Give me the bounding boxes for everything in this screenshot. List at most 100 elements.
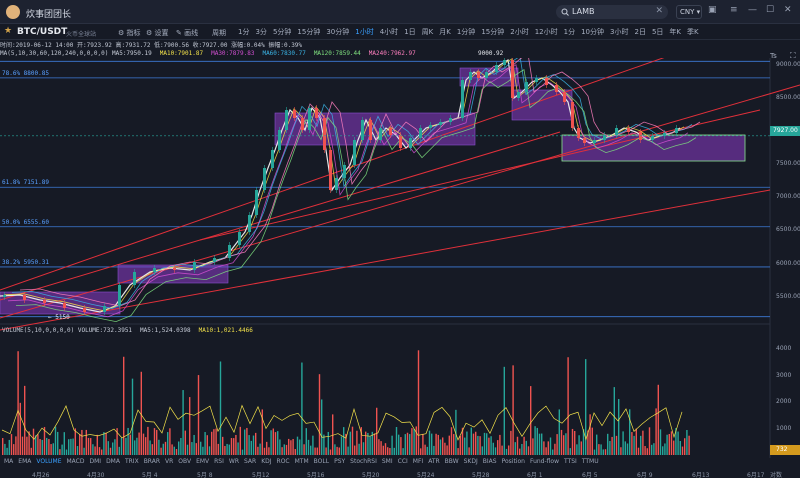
indicator-tab[interactable]: ROC xyxy=(277,458,290,469)
volume-bar xyxy=(503,366,505,455)
indicator-tab[interactable]: BBW xyxy=(445,458,459,469)
volume-bar xyxy=(666,434,668,455)
indicator-tab[interactable]: StochRSI xyxy=(350,458,377,469)
close-window-icon[interactable]: ✕ xyxy=(784,5,792,15)
period-tab[interactable]: 周K xyxy=(422,27,434,37)
volume-bar xyxy=(424,444,426,455)
period-tab[interactable]: 3分 xyxy=(255,27,266,37)
volume-bar xyxy=(112,442,114,455)
indicator-tab[interactable]: Position xyxy=(502,458,525,469)
minimize-icon[interactable]: — xyxy=(748,5,757,15)
indicator-tab[interactable]: BOLL xyxy=(314,458,329,469)
volume-bar xyxy=(19,402,21,455)
volume-bar xyxy=(281,447,283,455)
indicator-tab[interactable]: Fund-flow xyxy=(530,458,559,469)
indicator-tab[interactable]: DMA xyxy=(106,458,120,469)
period-tab[interactable]: 1日 xyxy=(404,27,415,37)
period-tab[interactable]: 1分钟 xyxy=(457,27,475,37)
period-tab[interactable]: 1分 xyxy=(564,27,575,37)
currency-select[interactable]: CNY ▾ xyxy=(676,5,702,19)
period-tab[interactable]: 12小时 xyxy=(535,27,558,37)
indicator-tab[interactable]: TTSI xyxy=(564,458,577,469)
volume-bar xyxy=(171,444,173,455)
settings-label: 设置 xyxy=(154,29,169,37)
volume-bar xyxy=(129,434,131,455)
indicator-tab[interactable]: ATR xyxy=(428,458,439,469)
volume-tick: 2000 xyxy=(776,398,792,406)
notification-icon[interactable]: ▣ xyxy=(708,5,717,15)
avatar-icon[interactable] xyxy=(6,5,20,19)
candle-body xyxy=(3,295,6,297)
volume-bar xyxy=(85,429,87,455)
fib-label: 50.0% 6555.60 xyxy=(2,218,49,226)
period-tab[interactable]: 年K xyxy=(669,27,681,37)
indicator-tab[interactable]: PSY xyxy=(334,458,345,469)
volume-bar xyxy=(338,447,340,455)
period-tab[interactable]: 1分 xyxy=(238,27,249,37)
volume-bar xyxy=(30,447,32,455)
volume-bar xyxy=(217,443,219,455)
indicator-button[interactable]: ⚙ 指标 xyxy=(118,28,141,38)
indicator-tab[interactable]: SAR xyxy=(244,458,256,469)
period-tab[interactable]: 月K xyxy=(439,27,451,37)
trend-line xyxy=(0,58,665,291)
indicator-tab[interactable]: MA xyxy=(4,458,13,469)
indicator-tab[interactable]: TRIX xyxy=(125,458,139,469)
volume-bar xyxy=(479,436,481,455)
maximize-icon[interactable]: ☐ xyxy=(766,5,774,15)
period-tab[interactable]: 15分钟 xyxy=(481,27,504,37)
volume-bar xyxy=(624,441,626,455)
indicator-tab[interactable]: MFI xyxy=(413,458,423,469)
candle-body xyxy=(238,232,241,245)
indicator-tab[interactable]: TTMU xyxy=(582,458,599,469)
indicator-tab[interactable]: OBV xyxy=(178,458,191,469)
menu-icon[interactable]: ≡ xyxy=(730,5,738,15)
period-tab[interactable]: 2小时 xyxy=(510,27,528,37)
candle-body xyxy=(379,128,382,140)
indicator-tab[interactable]: VR xyxy=(165,458,173,469)
period-tab[interactable]: 5分钟 xyxy=(273,27,291,37)
price-tick: 6000.00 xyxy=(776,259,800,267)
star-icon[interactable]: ★ xyxy=(4,26,12,36)
indicator-tab[interactable]: SMI xyxy=(382,458,393,469)
close-icon[interactable]: ✕ xyxy=(655,6,663,16)
pair-symbol[interactable]: BTC/USDT xyxy=(17,27,67,37)
volume-bar xyxy=(233,438,235,455)
period-tab[interactable]: 3小时 xyxy=(610,27,628,37)
price-chart[interactable] xyxy=(0,58,800,458)
indicator-tab[interactable]: MACD xyxy=(66,458,84,469)
period-tab[interactable]: 30分钟 xyxy=(326,27,349,37)
period-tab[interactable]: 4小时 xyxy=(380,27,398,37)
indicator-tab[interactable]: BIAS xyxy=(483,458,497,469)
period-tab[interactable]: 1小时 xyxy=(355,27,373,37)
period-tab[interactable]: 季K xyxy=(687,27,699,37)
volume-bar xyxy=(204,432,206,455)
volume-bar xyxy=(437,434,439,455)
date-tick: 6月17 xyxy=(747,472,765,478)
indicator-tab[interactable]: BRAR xyxy=(144,458,160,469)
volume-bar xyxy=(136,437,138,455)
indicator-tab[interactable]: EMA xyxy=(18,458,31,469)
period-tab[interactable]: 2日 xyxy=(634,27,645,37)
axis-scale-toggle[interactable]: 对数 xyxy=(770,470,782,478)
period-tab[interactable]: 15分钟 xyxy=(297,27,320,37)
search-input[interactable]: LAMB ✕ xyxy=(556,5,668,19)
volume-bar xyxy=(37,434,39,455)
indicator-tab[interactable]: CCI xyxy=(398,458,408,469)
indicator-tab[interactable]: RSI xyxy=(214,458,224,469)
indicator-tab[interactable]: VOLUME xyxy=(36,458,61,469)
volume-bar xyxy=(657,384,659,455)
volume-bar xyxy=(501,445,503,455)
draw-button[interactable]: ✎ 画线 xyxy=(176,28,198,38)
indicator-tab[interactable]: EMV xyxy=(196,458,209,469)
date-tick: 6月13 xyxy=(692,472,710,478)
volume-bar xyxy=(321,399,323,455)
period-tab[interactable]: 5日 xyxy=(652,27,663,37)
settings-button[interactable]: ⚙ 设置 xyxy=(146,28,169,38)
indicator-tab[interactable]: WR xyxy=(229,458,239,469)
indicator-tab[interactable]: KDJ xyxy=(261,458,271,469)
indicator-tab[interactable]: SKDJ xyxy=(464,458,478,469)
indicator-tab[interactable]: MTM xyxy=(295,458,309,469)
period-tab[interactable]: 10分钟 xyxy=(581,27,604,37)
indicator-tab[interactable]: DMI xyxy=(89,458,101,469)
